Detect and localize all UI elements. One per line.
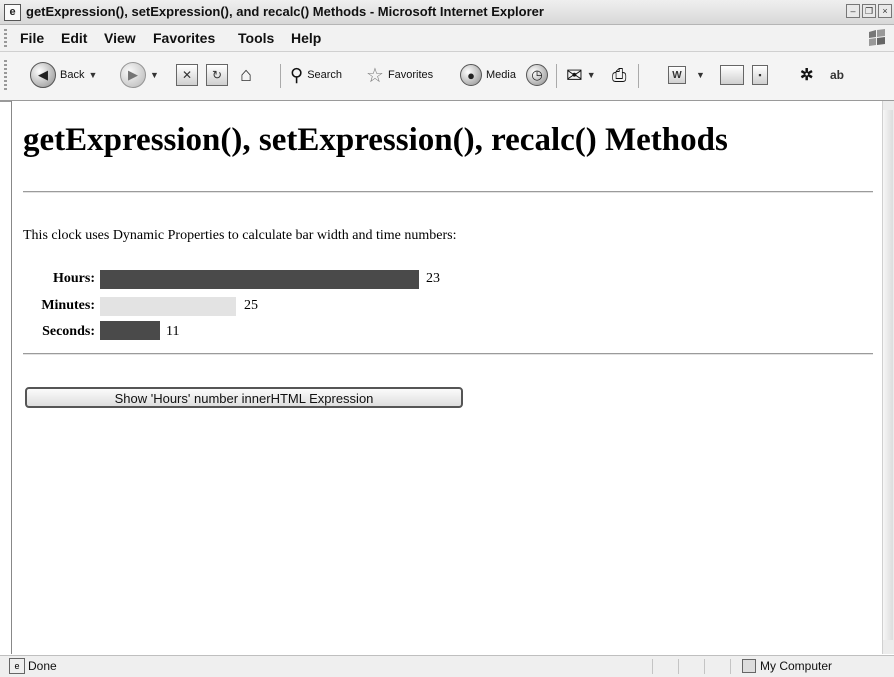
favorites-label: Favorites <box>387 69 434 81</box>
page-title: getExpression(), setExpression(), recalc… <box>23 122 728 158</box>
title-bar: e getExpression(), setExpression(), and … <box>0 0 894 25</box>
toolbar-separator <box>280 64 281 88</box>
minutes-bar <box>100 297 236 316</box>
back-arrow-icon: ◀ <box>30 62 56 88</box>
my-computer-icon <box>742 659 756 673</box>
favorites-star-icon: ☆ <box>366 64 384 87</box>
window-title: getExpression(), setExpression(), and re… <box>26 4 544 19</box>
edit-word-button[interactable]: W ▼ <box>668 60 705 90</box>
minimize-button[interactable]: – <box>846 4 860 18</box>
home-icon: ⌂ <box>239 63 253 86</box>
search-label: Search <box>307 69 343 81</box>
top-divider <box>23 191 873 193</box>
bottom-divider <box>23 353 873 355</box>
seconds-value: 11 <box>166 324 180 339</box>
media-label: Media <box>486 69 516 81</box>
intro-text: This clock uses Dynamic Properties to ca… <box>23 228 457 243</box>
media-icon: ● <box>460 64 482 86</box>
hours-value: 23 <box>426 271 440 286</box>
mail-dropdown-icon[interactable]: ▼ <box>587 70 596 80</box>
minutes-value: 25 <box>244 298 258 313</box>
toolbar-grip <box>4 60 7 92</box>
edit-dropdown-icon[interactable]: ▼ <box>696 70 705 80</box>
history-icon: ◷ <box>526 64 548 86</box>
forward-arrow-icon: ▶ <box>120 62 146 88</box>
search-icon: ⚲ <box>290 64 304 85</box>
home-button[interactable]: ⌂ <box>236 60 256 90</box>
hours-bar <box>100 270 419 289</box>
page-content <box>11 101 883 654</box>
discuss-icon <box>720 65 744 85</box>
status-cell <box>704 659 729 674</box>
messenger-button[interactable]: ✲ <box>800 60 813 90</box>
status-bar: e Done My Computer <box>0 655 894 677</box>
mail-button[interactable]: ✉ ▼ <box>566 60 596 90</box>
status-cell <box>678 659 703 674</box>
seconds-label: Seconds: <box>42 324 95 339</box>
search-button[interactable]: ⚲ Search <box>290 60 342 90</box>
translate-icon: ab <box>830 68 845 82</box>
back-label: Back <box>60 69 85 81</box>
menu-tools[interactable]: Tools <box>238 30 274 46</box>
back-dropdown-icon[interactable]: ▼ <box>88 70 97 80</box>
page-done-icon: e <box>9 658 25 674</box>
translate-button[interactable]: ab <box>830 60 844 90</box>
refresh-button[interactable]: ↻ <box>206 60 228 90</box>
research-button[interactable]: ▪ <box>752 60 768 90</box>
discuss-button[interactable] <box>720 60 744 90</box>
back-button[interactable]: ◀ Back ▼ <box>30 60 97 90</box>
zone-text: My Computer <box>760 659 833 673</box>
menu-edit[interactable]: Edit <box>61 30 87 46</box>
word-icon: W <box>668 66 686 84</box>
forward-dropdown-icon[interactable]: ▼ <box>150 70 159 80</box>
menu-help[interactable]: Help <box>291 30 321 46</box>
scrollbar-thumb[interactable] <box>883 110 893 640</box>
research-icon: ▪ <box>752 65 768 85</box>
menu-file[interactable]: File <box>20 30 44 46</box>
menu-favorites[interactable]: Favorites <box>153 30 215 46</box>
refresh-icon: ↻ <box>206 64 228 86</box>
toolbar: ◀ Back ▼ ▶ ▼ ✕ ↻ ⌂ ⚲ Search ☆ Favorites … <box>0 52 894 102</box>
mail-icon: ✉ <box>566 64 583 87</box>
minutes-label: Minutes: <box>41 298 95 313</box>
close-button[interactable]: × <box>878 4 892 18</box>
ie-icon: e <box>4 4 21 21</box>
toolbar-separator <box>638 64 639 88</box>
status-cell <box>652 659 677 674</box>
print-button[interactable]: ⎙ <box>612 60 626 90</box>
menu-bar: File Edit View Favorites Tools Help <box>0 25 894 52</box>
history-button[interactable]: ◷ <box>526 60 548 90</box>
favorites-button[interactable]: ☆ Favorites <box>366 60 433 90</box>
seconds-bar <box>100 321 160 340</box>
media-button[interactable]: ● Media <box>460 60 516 90</box>
messenger-icon: ✲ <box>800 67 814 84</box>
forward-button[interactable]: ▶ ▼ <box>120 60 159 90</box>
stop-icon: ✕ <box>176 64 198 86</box>
stop-button[interactable]: ✕ <box>176 60 198 90</box>
show-hours-expression-button[interactable]: Show 'Hours' number innerHTML Expression <box>25 387 463 408</box>
menu-grip <box>4 29 7 47</box>
menu-view[interactable]: View <box>104 30 136 46</box>
restore-button[interactable]: ❐ <box>862 4 876 18</box>
toolbar-separator <box>556 64 557 88</box>
status-text: Done <box>28 659 57 673</box>
hours-label: Hours: <box>53 271 95 286</box>
windows-flag-icon <box>869 29 885 46</box>
printer-icon: ⎙ <box>612 64 627 85</box>
